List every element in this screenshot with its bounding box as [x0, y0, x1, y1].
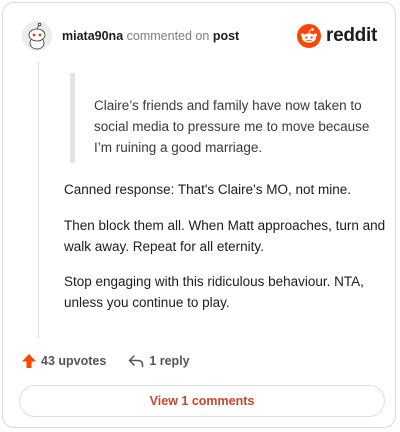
snoo-avatar-icon [22, 21, 52, 51]
reply-arrow-icon [129, 355, 144, 368]
action-text: commented on [126, 29, 210, 43]
reddit-wordmark: reddit [326, 25, 377, 46]
comment-paragraph-3: Stop engaging with this ridiculous behav… [64, 274, 364, 310]
blockquote: Claire’s friends and family have now tak… [70, 73, 370, 163]
reddit-logo[interactable]: reddit [297, 23, 377, 49]
upvote-arrow-icon [22, 354, 36, 368]
view-comments-button[interactable]: View 1 comments [19, 385, 385, 417]
comment-card: miata90na commented on post reddit Clair… [2, 2, 396, 428]
reddit-alien-icon [297, 24, 322, 48]
avatar[interactable] [22, 21, 52, 51]
reply-count: 1 reply [149, 354, 190, 368]
byline: miata90na commented on post [62, 29, 239, 43]
upvote-count: 43 upvotes [41, 354, 107, 368]
reply-button[interactable]: 1 reply [128, 354, 190, 368]
comment-header: miata90na commented on post reddit [22, 21, 377, 51]
quote-bar [70, 73, 75, 163]
comment-paragraph-1: Canned response: That's Claire's MO, not… [64, 182, 352, 197]
thread-line [38, 61, 39, 339]
comment-actions: 43 upvotes 1 reply [21, 351, 190, 371]
username-link[interactable]: miata90na [62, 29, 123, 43]
post-link[interactable]: post [213, 29, 239, 43]
comment-paragraph-2: Then block them all. When Matt approache… [64, 218, 386, 254]
quote-text: Claire’s friends and family have now tak… [94, 98, 370, 155]
upvote-button[interactable]: 43 upvotes [21, 353, 106, 369]
